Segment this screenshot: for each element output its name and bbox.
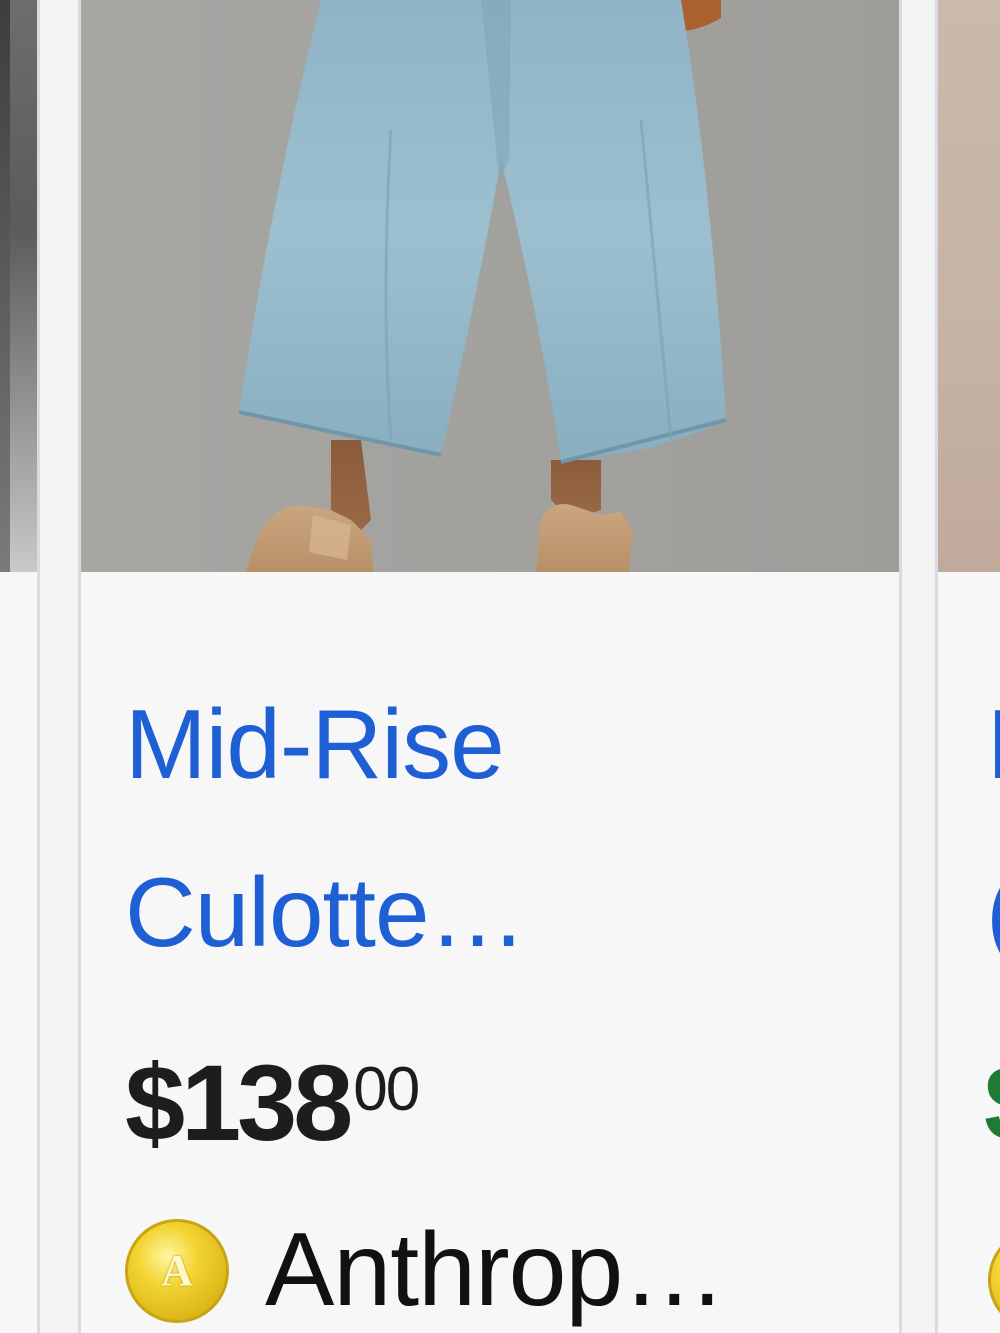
next-product-card[interactable]: I ( $ <box>935 0 1000 1333</box>
product-image[interactable] <box>81 0 899 572</box>
product-title-link[interactable]: Mid-Rise Culotte… <box>125 660 845 996</box>
seller-row[interactable]: A Anthrop… <box>125 1208 726 1333</box>
product-title-line-2: Culotte… <box>125 857 527 967</box>
product-price: $13800 <box>125 1040 420 1165</box>
seller-logo-letter: A <box>161 1246 193 1295</box>
next-product-title-peek[interactable]: I ( <box>986 660 1000 996</box>
gold-coin-logo-icon: A <box>125 1218 229 1323</box>
product-title-line-1: Mid-Rise <box>125 689 505 799</box>
product-photo-jeans <box>81 0 899 572</box>
product-card[interactable]: Mid-Rise Culotte… $13800 A Anthrop… <box>78 0 902 1333</box>
price-dollars: $138 <box>125 1042 353 1163</box>
seller-name: Anthrop… <box>265 1212 726 1328</box>
price-cents: 00 <box>353 1055 420 1124</box>
next-seller-logo-icon <box>988 1228 1000 1332</box>
next-title-line-2: ( <box>986 828 1000 996</box>
next-title-line-1: I <box>986 660 1000 828</box>
previous-product-card[interactable] <box>0 0 40 1333</box>
next-product-image[interactable] <box>938 0 1000 572</box>
previous-product-image[interactable] <box>0 0 37 572</box>
product-carousel: Mid-Rise Culotte… $13800 A Anthrop… I ( … <box>0 0 1000 1333</box>
next-product-price-peek: $ <box>984 1040 1000 1165</box>
